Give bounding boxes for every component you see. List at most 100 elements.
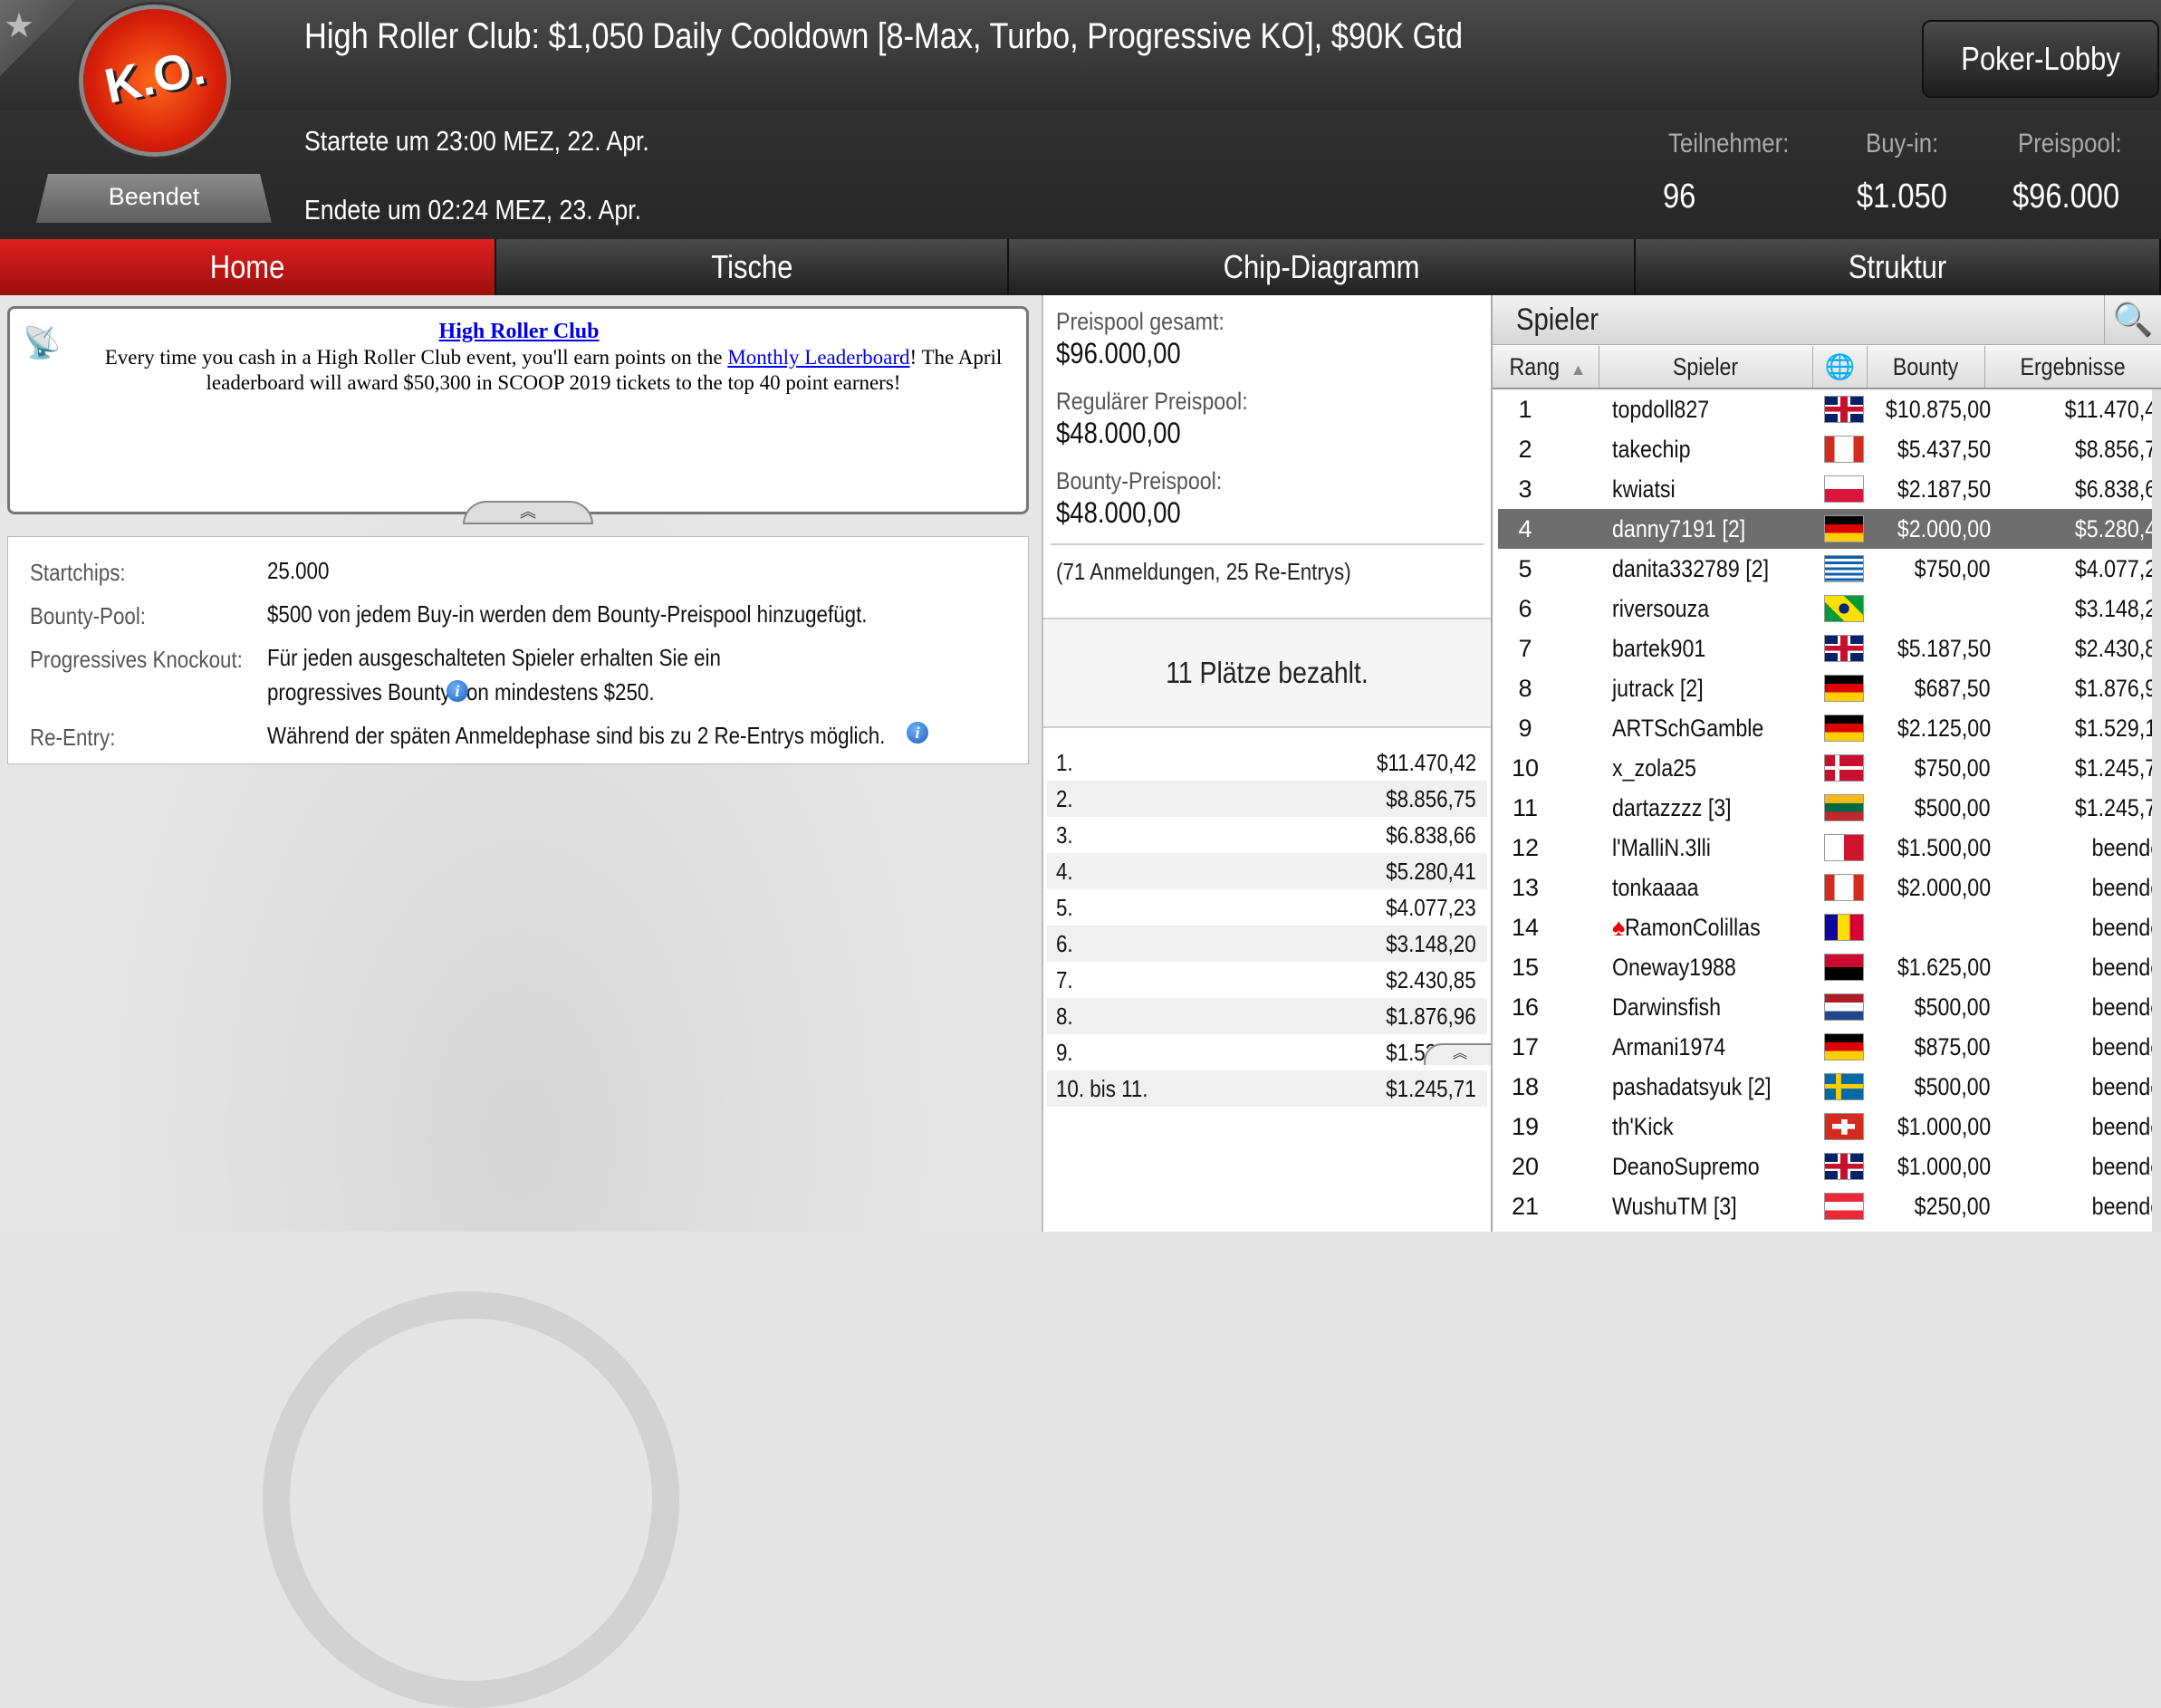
- tab-tables[interactable]: Tische: [496, 239, 1009, 295]
- bountypool-label: Bounty-Pool:: [30, 602, 147, 629]
- player-row[interactable]: 1 topdoll827 $10.875,00 $11.470,42: [1498, 389, 2161, 429]
- player-bounty: $750,00: [1915, 555, 1991, 582]
- player-name: pashadatsyuk [2]: [1612, 1073, 1772, 1100]
- player-row[interactable]: 4 danny7191 [2] $2.000,00 $5.280,41: [1498, 509, 2161, 549]
- player-result: $1.529,10: [2074, 715, 2161, 742]
- player-name: bartek901: [1612, 635, 1706, 662]
- payout-row: 4. $5.280,41: [1047, 853, 1487, 889]
- player-row[interactable]: 13 tonkaaaa $2.000,00 beendet: [1498, 868, 2161, 907]
- player-row[interactable]: 21 WushuTM [3] $250,00 beendet: [1498, 1186, 2161, 1226]
- column-bounty[interactable]: Bounty: [1868, 346, 1985, 388]
- players-scrollbar[interactable]: [2152, 389, 2161, 1232]
- tournament-title: High Roller Club: $1,050 Daily Cooldown …: [304, 16, 1464, 56]
- player-name: ARTSchGamble: [1612, 715, 1764, 742]
- participants-label: Teilnehmer:: [1668, 129, 1790, 158]
- regular-prizepool-label: Regulärer Preispool:: [1056, 388, 1248, 415]
- country-flag-icon: [1824, 396, 1864, 423]
- collapse-payouts-button[interactable]: ︽: [1424, 1043, 1494, 1065]
- tab-chip-chart[interactable]: Chip-Diagramm: [1009, 239, 1636, 295]
- collapse-announcement-button[interactable]: ︽: [463, 501, 593, 524]
- player-result: beendet: [2092, 914, 2161, 941]
- country-flag-icon: [1824, 874, 1864, 901]
- player-result: $1.245,71: [2074, 754, 2161, 782]
- player-row[interactable]: 18 pashadatsyuk [2] $500,00 beendet: [1498, 1067, 2161, 1107]
- payout-place: 10. bis 11.: [1056, 1075, 1148, 1102]
- player-result: $11.470,42: [2064, 396, 2161, 423]
- player-result: $4.077,23: [2074, 555, 2161, 582]
- player-row[interactable]: 16 Darwinsfish $500,00 beendet: [1498, 987, 2161, 1027]
- player-row[interactable]: 2 takechip $5.437,50 $8.856,75: [1498, 429, 2161, 469]
- player-row[interactable]: 19 th'Kick $1.000,00 beendet: [1498, 1107, 2161, 1147]
- poker-lobby-button[interactable]: Poker-Lobby: [1922, 20, 2159, 98]
- player-result: beendet: [2092, 1033, 2161, 1060]
- player-row[interactable]: 20 DeanoSupremo $1.000,00 beendet: [1498, 1147, 2161, 1186]
- tournament-details: Startchips: 25.000 Bounty-Pool: $500 von…: [7, 536, 1029, 764]
- player-result: $6.838,66: [2074, 475, 2161, 503]
- payout-amount: $6.838,66: [1386, 821, 1476, 849]
- country-flag-icon: [1824, 1113, 1864, 1140]
- player-bounty: $500,00: [1915, 794, 1991, 821]
- player-bounty: $250,00: [1915, 1193, 1991, 1220]
- reentry-info-icon[interactable]: i: [901, 722, 928, 744]
- player-rank: 6: [1518, 595, 1532, 622]
- column-rank[interactable]: Rang ▲: [1493, 346, 1599, 388]
- payout-row: 9.$1.529,10: [1047, 1034, 1487, 1070]
- participants-value: 96: [1663, 178, 1696, 216]
- player-row[interactable]: 17 Armani1974 $875,00 beendet: [1498, 1027, 2161, 1067]
- player-row[interactable]: 12 l'MalliN.3lli $1.500,00 beendet: [1498, 828, 2161, 868]
- player-bounty: $1.000,00: [1897, 1153, 1991, 1180]
- player-result: beendet: [2092, 954, 2161, 981]
- column-player[interactable]: Spieler: [1599, 346, 1813, 388]
- column-results[interactable]: Ergebnisse: [1985, 346, 2161, 388]
- divider: [1051, 543, 1484, 545]
- announcement-text: Every time you cash in a High Roller Clu…: [104, 346, 1003, 394]
- player-row[interactable]: 9 ARTSchGamble $2.125,00 $1.529,10: [1498, 708, 2161, 748]
- bountypool-value: $500 von jedem Buy-in werden dem Bounty-…: [267, 600, 868, 628]
- player-row[interactable]: 8 jutrack [2] $687,50 $1.876,96: [1498, 668, 2161, 708]
- payout-place: 3.: [1056, 821, 1073, 849]
- leaderboard-link[interactable]: Monthly Leaderboard: [727, 346, 909, 369]
- player-row[interactable]: 7 bartek901 $5.187,50 $2.430,85: [1498, 629, 2161, 668]
- prizepool-label: Preispool:: [2018, 129, 2122, 158]
- end-time: Endete um 02:24 MEZ, 23. Apr.: [304, 194, 641, 225]
- player-row[interactable]: 3 kwiatsi $2.187,50 $6.838,66: [1498, 469, 2161, 509]
- tab-home[interactable]: Home: [0, 239, 496, 295]
- start-time: Startete um 23:00 MEZ, 22. Apr.: [304, 125, 649, 157]
- buyin-label: Buy-in:: [1866, 129, 1939, 158]
- player-row[interactable]: 6 riversouza $3.148,20: [1498, 589, 2161, 629]
- column-country[interactable]: 🌐: [1813, 346, 1868, 388]
- progressive-ko-label: Progressives Knockout:: [30, 646, 243, 673]
- player-name: danny7191 [2]: [1612, 515, 1746, 542]
- payout-place: 4.: [1056, 858, 1073, 885]
- player-name: kwiatsi: [1612, 475, 1676, 503]
- player-row[interactable]: 10 x_zola25 $750,00 $1.245,71: [1498, 748, 2161, 788]
- payout-amount: $2.430,85: [1386, 966, 1476, 993]
- sort-ascending-icon: ▲: [1570, 360, 1587, 379]
- stopwatch-watermark: [263, 1291, 679, 1708]
- player-result: beendet: [2092, 874, 2161, 901]
- tab-bar: Home Tische Chip-Diagramm Struktur: [0, 239, 2161, 295]
- players-panel: Spieler 🔍 Rang ▲ Spieler 🌐 Bounty Ergebn…: [1491, 295, 2161, 1232]
- player-row[interactable]: 15 Oneway1988 $1.625,00 beendet: [1498, 947, 2161, 987]
- progressive-ko-info-icon[interactable]: i: [441, 680, 468, 702]
- startchips-value: 25.000: [267, 557, 330, 584]
- players-column-header: Rang ▲ Spieler 🌐 Bounty Ergebnisse: [1493, 346, 2161, 389]
- star-icon: ★: [4, 7, 35, 45]
- player-rank: 12: [1511, 834, 1540, 861]
- country-flag-icon: [1824, 754, 1864, 782]
- globe-icon: 🌐: [1824, 353, 1856, 380]
- player-row[interactable]: 5 danita332789 [2] $750,00 $4.077,23: [1498, 549, 2161, 589]
- total-prizepool-value: $96.000,00: [1056, 337, 1181, 369]
- payout-place: 6.: [1056, 930, 1073, 957]
- player-name: danita332789 [2]: [1612, 555, 1770, 582]
- places-paid: 11 Plätze bezahlt.: [1043, 618, 1491, 728]
- player-row[interactable]: 14 ♠RamonColillas beendet: [1498, 907, 2161, 947]
- player-bounty: $10.875,00: [1885, 396, 1991, 423]
- country-flag-icon: [1824, 1193, 1864, 1220]
- announcement-title[interactable]: High Roller Club: [10, 320, 1028, 344]
- tab-structure[interactable]: Struktur: [1636, 239, 2161, 295]
- player-row[interactable]: 11 dartazzzz [3] $500,00 $1.245,71: [1498, 788, 2161, 828]
- registrations-info: (71 Anmeldungen, 25 Re-Entrys): [1056, 558, 1351, 585]
- player-name: tonkaaaa: [1612, 874, 1699, 901]
- search-icon[interactable]: 🔍: [2104, 295, 2161, 344]
